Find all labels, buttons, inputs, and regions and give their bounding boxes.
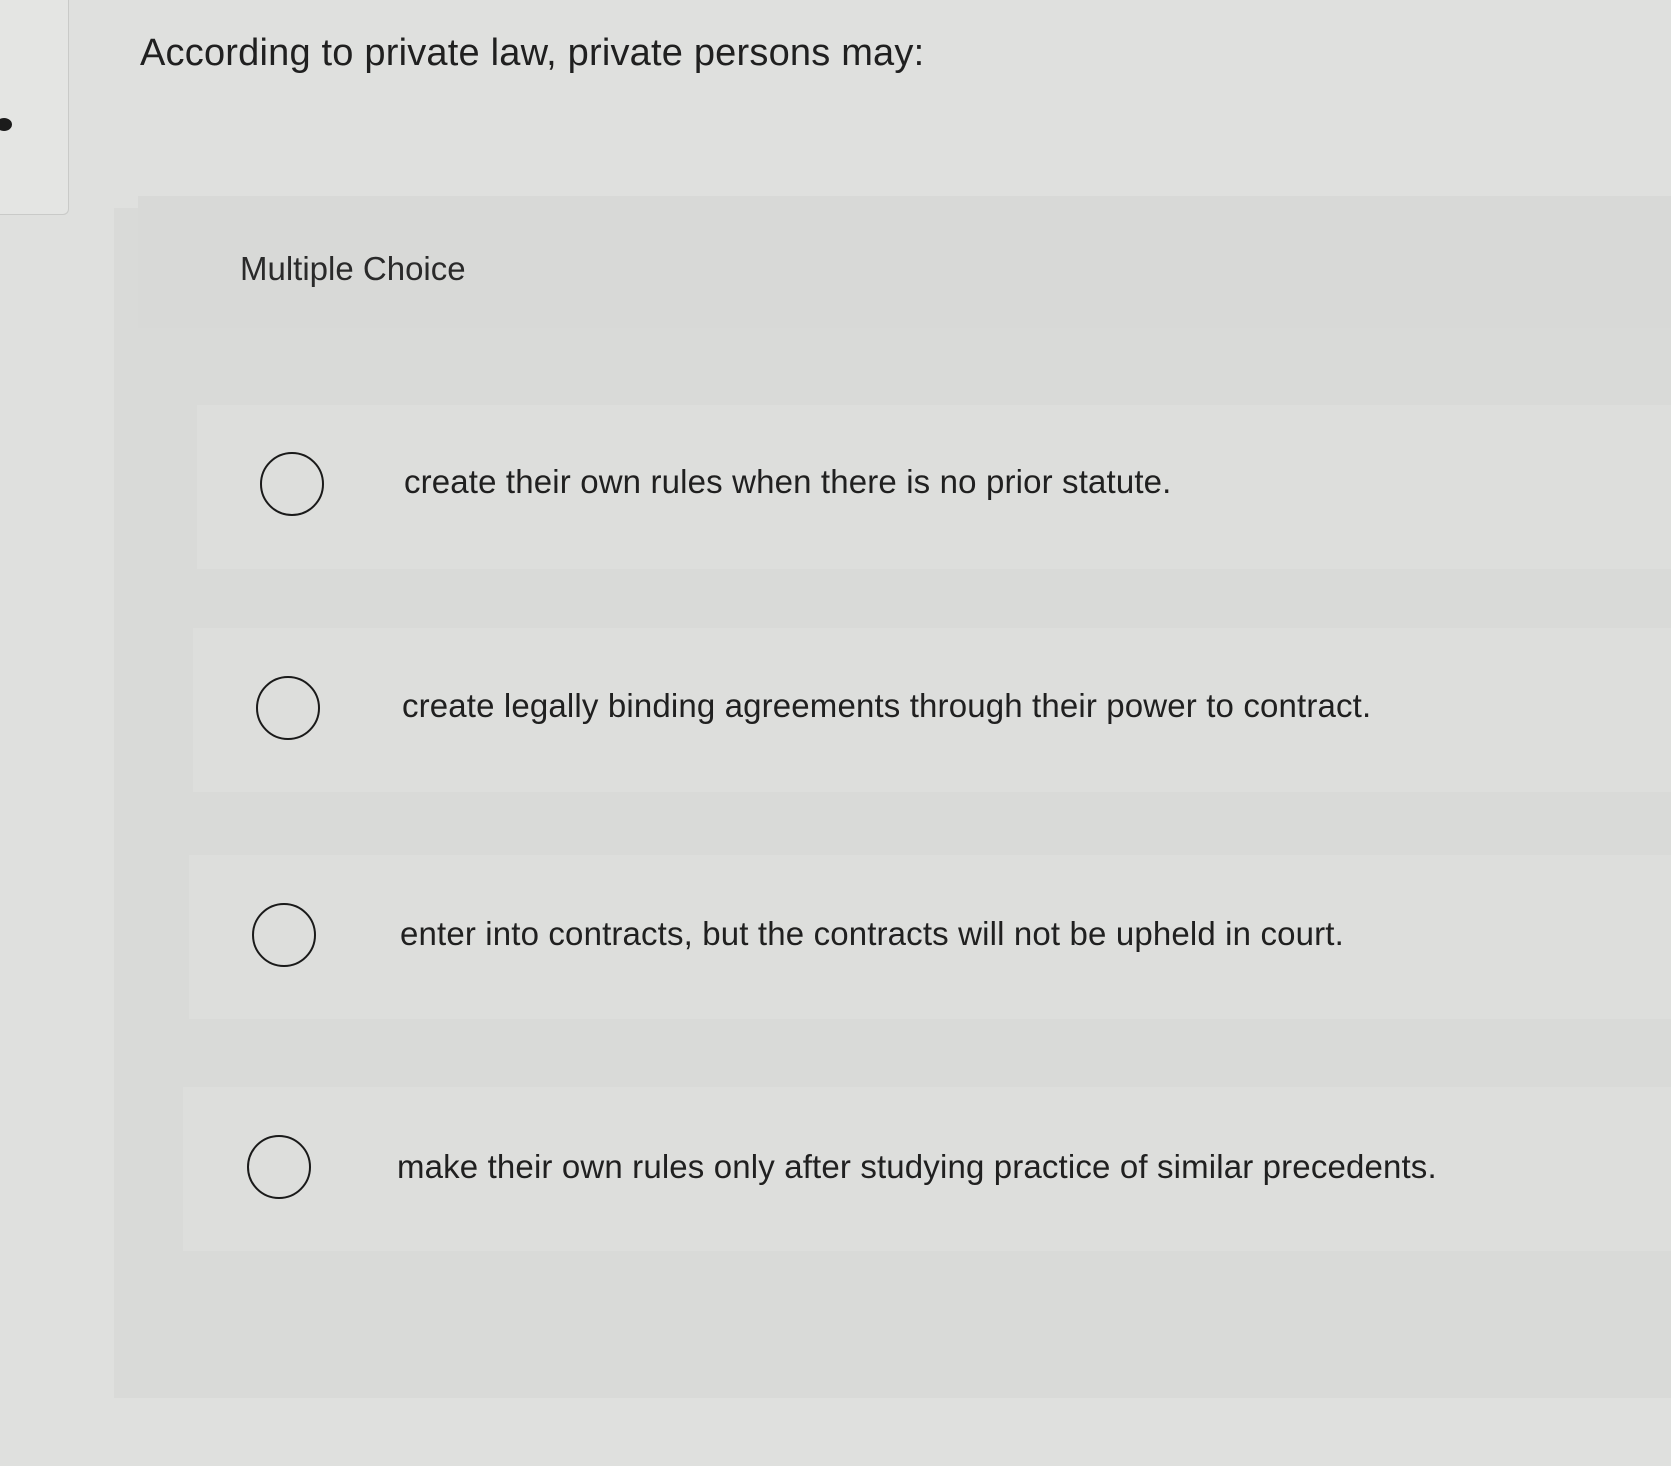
answer-option-3-label: enter into contracts, but the contracts …	[400, 915, 1344, 952]
answer-option-2[interactable]: create legally binding agreements throug…	[193, 628, 1671, 792]
answer-option-2-label: create legally binding agreements throug…	[402, 687, 1372, 724]
answer-option-3[interactable]: enter into contracts, but the contracts …	[189, 855, 1671, 1019]
answer-option-1[interactable]: create their own rules when there is no …	[197, 405, 1671, 569]
radio-button-option-4[interactable]	[247, 1135, 311, 1199]
radio-button-option-1[interactable]	[260, 452, 324, 516]
radio-button-option-3[interactable]	[252, 903, 316, 967]
question-text: According to private law, private person…	[140, 32, 925, 74]
radio-button-option-2[interactable]	[256, 676, 320, 740]
answer-option-4[interactable]: make their own rules only after studying…	[183, 1087, 1671, 1251]
answer-option-4-label: make their own rules only after studying…	[397, 1148, 1437, 1185]
left-panel-edge	[0, 0, 69, 215]
multiple-choice-label: Multiple Choice	[240, 250, 466, 287]
answer-option-1-label: create their own rules when there is no …	[404, 463, 1172, 500]
